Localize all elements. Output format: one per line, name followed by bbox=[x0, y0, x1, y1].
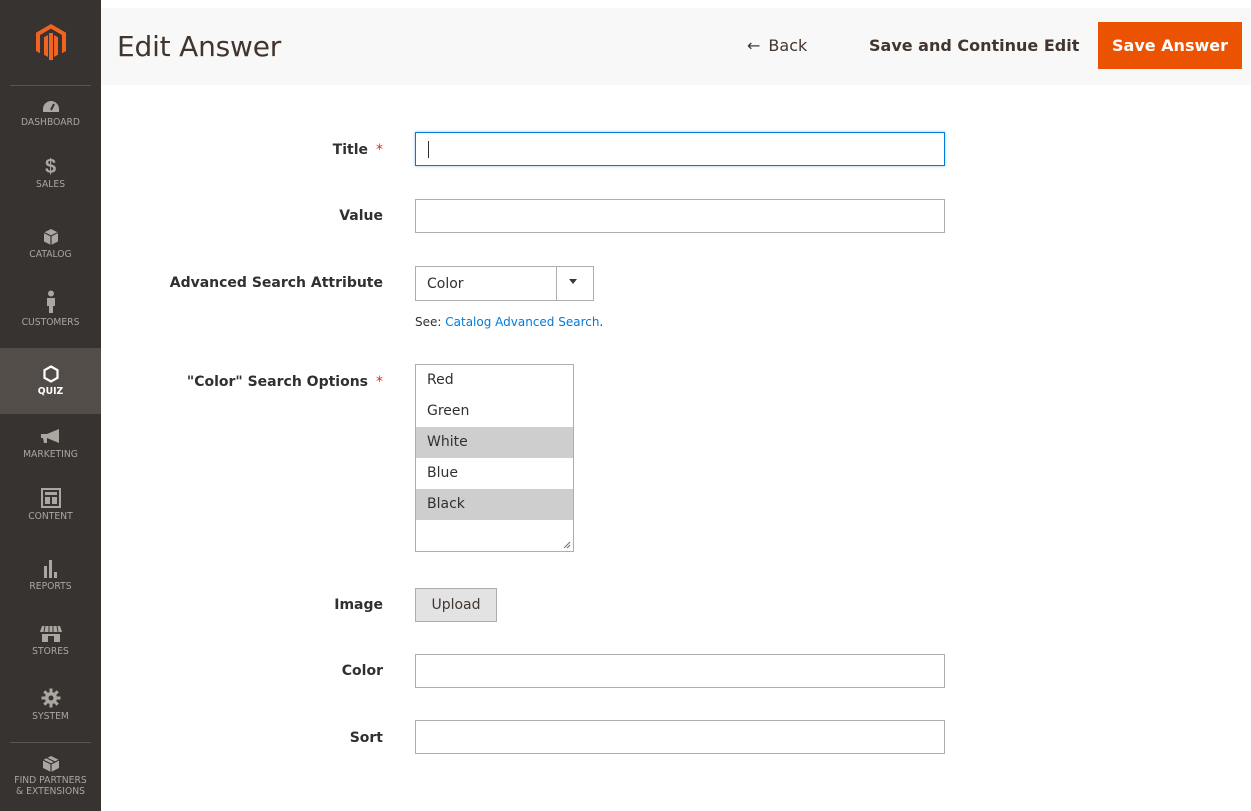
label-line-1: FIND PARTNERS bbox=[14, 775, 87, 786]
storefront-icon bbox=[39, 625, 62, 642]
sidebar-item-catalog[interactable]: CATALOG bbox=[0, 228, 101, 278]
sidebar-item-label: SYSTEM bbox=[32, 711, 69, 722]
sidebar-item-customers[interactable]: CUSTOMERS bbox=[0, 290, 101, 340]
dashboard-icon bbox=[42, 101, 59, 112]
layout-icon bbox=[40, 488, 61, 508]
megaphone-icon bbox=[40, 429, 59, 443]
admin-sidebar: DASHBOARD $ SALES CATALOG CUSTOMERS QUIZ… bbox=[0, 0, 101, 811]
value-input[interactable] bbox=[415, 199, 945, 233]
label-line-2: & EXTENSIONS bbox=[16, 786, 85, 797]
image-field-label: Image bbox=[334, 597, 383, 613]
search-options-label: "Color" Search Options * bbox=[187, 374, 383, 390]
color-field-label: Color bbox=[341, 663, 383, 679]
sort-input[interactable] bbox=[415, 720, 945, 754]
sidebar-item-sales[interactable]: $ SALES bbox=[0, 156, 101, 208]
field-note: See: Catalog Advanced Search. bbox=[415, 315, 603, 329]
sidebar-item-label: FIND PARTNERS & EXTENSIONS bbox=[4, 775, 97, 797]
sidebar-item-label: REPORTS bbox=[29, 581, 72, 592]
sidebar-item-label: CATALOG bbox=[29, 249, 72, 260]
sidebar-item-system[interactable]: SYSTEM bbox=[0, 688, 101, 738]
sort-field-label: Sort bbox=[349, 730, 383, 746]
dollar-icon: $ bbox=[44, 156, 57, 178]
value-field-label: Value bbox=[339, 208, 383, 224]
sidebar-item-label: MARKETING bbox=[23, 449, 78, 460]
sidebar-item-stores[interactable]: STORES bbox=[0, 625, 101, 675]
required-asterisk: * bbox=[376, 142, 383, 158]
sidebar-item-quiz[interactable]: QUIZ bbox=[0, 348, 101, 414]
sidebar-item-label: CUSTOMERS bbox=[21, 317, 80, 328]
option-white[interactable]: White bbox=[416, 427, 573, 458]
sidebar-item-label: CONTENT bbox=[28, 511, 73, 522]
sidebar-divider bbox=[10, 742, 91, 743]
note-suffix: . bbox=[599, 315, 604, 329]
sidebar-item-content[interactable]: CONTENT bbox=[0, 488, 101, 538]
box-icon bbox=[43, 229, 58, 245]
note-prefix: See: bbox=[415, 315, 446, 329]
sidebar-divider bbox=[10, 85, 91, 86]
page-header: Edit Answer ← Back Save and Continue Edit… bbox=[101, 8, 1251, 85]
title-label-text: Title bbox=[332, 142, 368, 158]
resize-handle-icon[interactable] bbox=[563, 541, 571, 549]
save-answer-button[interactable]: Save Answer bbox=[1098, 22, 1242, 69]
magento-logo[interactable] bbox=[0, 8, 101, 86]
sidebar-item-reports[interactable]: REPORTS bbox=[0, 558, 101, 608]
upload-button[interactable]: Upload bbox=[415, 588, 497, 622]
save-and-continue-button[interactable]: Save and Continue Edit bbox=[869, 36, 1079, 55]
sidebar-item-label: STORES bbox=[32, 646, 69, 657]
sidebar-item-label: QUIZ bbox=[37, 386, 64, 397]
text-caret bbox=[428, 141, 429, 158]
sidebar-item-marketing[interactable]: MARKETING bbox=[0, 428, 101, 478]
option-black[interactable]: Black bbox=[416, 489, 573, 520]
sidebar-item-label: SALES bbox=[35, 179, 66, 190]
color-input[interactable] bbox=[415, 654, 945, 688]
arrow-left-icon: ← bbox=[747, 36, 761, 55]
sidebar-item-dashboard[interactable]: DASHBOARD bbox=[0, 100, 101, 150]
cubes-icon bbox=[42, 756, 59, 772]
bar-chart-icon bbox=[43, 560, 57, 578]
title-field-label: Title * bbox=[333, 142, 383, 158]
search-options-label-text: "Color" Search Options bbox=[186, 374, 368, 390]
advanced-search-attribute-select[interactable]: Color bbox=[415, 266, 594, 301]
advanced-search-attribute-label: Advanced Search Attribute bbox=[169, 275, 383, 291]
page-title: Edit Answer bbox=[117, 30, 282, 63]
option-blue[interactable]: Blue bbox=[416, 458, 573, 489]
chevron-down-icon bbox=[569, 279, 577, 284]
select-value: Color bbox=[427, 276, 464, 292]
back-button[interactable]: ← Back bbox=[747, 36, 807, 55]
gear-icon bbox=[41, 688, 60, 708]
option-red[interactable]: Red bbox=[416, 365, 573, 396]
title-input[interactable] bbox=[415, 132, 945, 166]
person-icon bbox=[46, 290, 55, 313]
option-green[interactable]: Green bbox=[416, 396, 573, 427]
back-button-label: Back bbox=[768, 36, 808, 55]
hexagon-icon bbox=[42, 365, 59, 383]
select-divider bbox=[556, 267, 557, 300]
required-asterisk: * bbox=[376, 374, 383, 390]
sidebar-item-find-partners[interactable]: FIND PARTNERS & EXTENSIONS bbox=[0, 755, 101, 811]
search-options-multiselect[interactable]: Red Green White Blue Black bbox=[415, 364, 574, 552]
sidebar-item-label: DASHBOARD bbox=[21, 117, 80, 128]
catalog-advanced-search-link[interactable]: Catalog Advanced Search bbox=[445, 315, 599, 329]
